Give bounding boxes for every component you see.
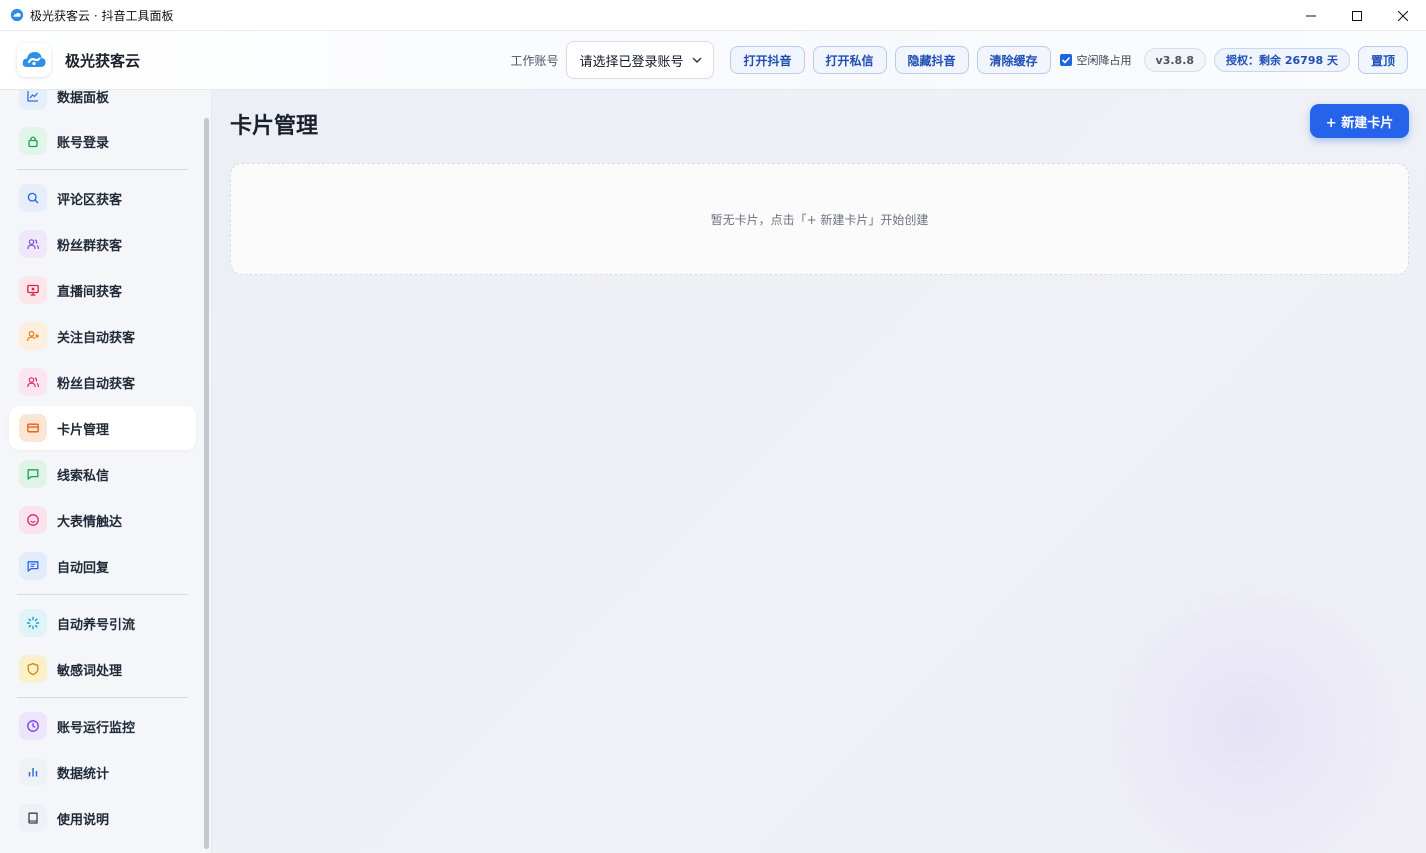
account-select[interactable]: 请选择已登录账号: [566, 41, 715, 79]
sidebar-item[interactable]: 自动回复: [9, 544, 196, 588]
sidebar-item[interactable]: 评论区获客: [9, 176, 196, 220]
brand-logo: [17, 43, 51, 77]
reply-icon: [19, 552, 47, 580]
shield-icon: [19, 655, 47, 683]
sidebar-item-label: 直播间获客: [57, 284, 123, 300]
sidebar-item[interactable]: 账号运行监控: [9, 704, 196, 748]
empty-state-card: 暂无卡片，点击「+ 新建卡片」开始创建: [230, 163, 1409, 275]
bar-chart-icon: [19, 758, 47, 786]
sidebar-item-label: 数据统计: [57, 766, 110, 782]
sidebar-item-label: 粉丝自动获客: [57, 376, 136, 392]
sidebar-divider: [17, 169, 188, 170]
sidebar: 数据面板账号登录评论区获客粉丝群获客直播间获客关注自动获客 粉丝自动获客 卡片管理线…: [0, 90, 212, 853]
sidebar-item[interactable]: 卡片管理: [9, 406, 196, 450]
window-title: 极光获客云 · 抖音工具面板: [30, 8, 174, 23]
clear-cache-button[interactable]: 清除缓存: [976, 46, 1051, 74]
brand-name: 极光获客云: [65, 51, 141, 70]
maximize-icon: [1352, 10, 1362, 21]
page-title: 卡片管理: [230, 114, 319, 139]
sidebar-item-label: 敏感词处理: [57, 663, 123, 679]
hide-douyin-button[interactable]: 隐藏抖音: [894, 46, 969, 74]
app-cloud-icon: [10, 8, 24, 22]
book-icon: [19, 804, 47, 832]
clock-icon: [19, 712, 47, 740]
checkbox-checked-icon[interactable]: [1059, 54, 1072, 66]
minimize-icon: [1306, 15, 1316, 16]
open-douyin-button[interactable]: 打开抖音: [730, 46, 805, 74]
users-icon: [19, 368, 47, 396]
sidebar-item[interactable]: 自动养号引流: [9, 601, 196, 645]
new-card-button[interactable]: + 新建卡片: [1310, 104, 1409, 138]
sidebar-divider: [17, 594, 188, 595]
empty-state-text: 暂无卡片，点击「+ 新建卡片」开始创建: [710, 212, 929, 227]
sidebar-item[interactable]: 大表情触达: [9, 498, 196, 542]
sidebar-item[interactable]: 关注自动获客: [9, 314, 196, 358]
chart-line-icon: [19, 90, 47, 110]
account-select-value: 请选择已登录账号: [579, 54, 684, 70]
close-button[interactable]: [1380, 0, 1426, 31]
sidebar-item-label: 评论区获客: [57, 192, 123, 208]
sidebar-item[interactable]: 粉丝群获客: [9, 222, 196, 266]
sidebar-item-label: 自动养号引流: [57, 617, 136, 633]
license-badge: 授权：剩余 26798 天: [1214, 48, 1350, 72]
users-icon: [19, 230, 47, 258]
sidebar-item-label: 数据面板: [57, 90, 110, 106]
sidebar-item-label: 卡片管理: [57, 422, 110, 438]
sidebar-item-label: 使用说明: [57, 812, 110, 828]
version-badge: v3.8.8: [1143, 48, 1207, 72]
idle-reduce-label: 空闲降占用: [1076, 54, 1132, 67]
sidebar-item-label: 线索私信: [57, 468, 110, 484]
cloud-logo-icon: [22, 52, 46, 67]
lock-icon: [19, 127, 47, 155]
app-header: 极光获客云 工作账号 请选择已登录账号 打开抖音 打开私信 隐藏抖音 清除缓存 …: [0, 31, 1426, 90]
search-icon: [19, 184, 47, 212]
sidebar-item[interactable]: 使用说明: [9, 796, 196, 840]
account-label: 工作账号: [510, 53, 559, 68]
sidebar-item[interactable]: 数据统计: [9, 750, 196, 794]
chevron-down-icon: [692, 57, 702, 63]
sidebar-item-label: 关注自动获客: [57, 330, 136, 346]
sidebar-item[interactable]: 数据面板: [9, 90, 196, 118]
sidebar-item[interactable]: 账号登录: [9, 119, 196, 163]
loader-icon: [19, 609, 47, 637]
sidebar-item[interactable]: 直播间获客: [9, 268, 196, 312]
user-plus-icon: [19, 322, 47, 350]
pin-top-button[interactable]: 置顶: [1357, 46, 1408, 74]
idle-reduce-toggle[interactable]: 空闲降占用: [1059, 52, 1132, 68]
sidebar-item-label: 账号运行监控: [57, 720, 136, 736]
smile-icon: [19, 506, 47, 534]
sidebar-item-label: 自动回复: [57, 560, 110, 576]
message-icon: [19, 460, 47, 488]
open-dm-button[interactable]: 打开私信: [812, 46, 887, 74]
minimize-button[interactable]: [1288, 0, 1334, 31]
sidebar-divider: [17, 697, 188, 698]
sidebar-scrollbar[interactable]: [204, 118, 209, 849]
sidebar-item-label: 粉丝群获客: [57, 238, 123, 254]
sidebar-item[interactable]: 粉丝自动获客: [9, 360, 196, 404]
sidebar-item[interactable]: 敏感词处理: [9, 647, 196, 691]
maximize-button[interactable]: [1334, 0, 1380, 31]
close-icon: [1398, 10, 1408, 21]
sidebar-item-label: 大表情触达: [57, 514, 123, 530]
monitor-icon: [19, 276, 47, 304]
sidebar-item-label: 账号登录: [57, 135, 110, 151]
sidebar-item[interactable]: 线索私信: [9, 452, 196, 496]
main-content: 卡片管理 + 新建卡片 暂无卡片，点击「+ 新建卡片」开始创建: [213, 90, 1426, 853]
window-titlebar: 极光获客云 · 抖音工具面板: [0, 0, 1426, 31]
card-icon: [19, 414, 47, 442]
